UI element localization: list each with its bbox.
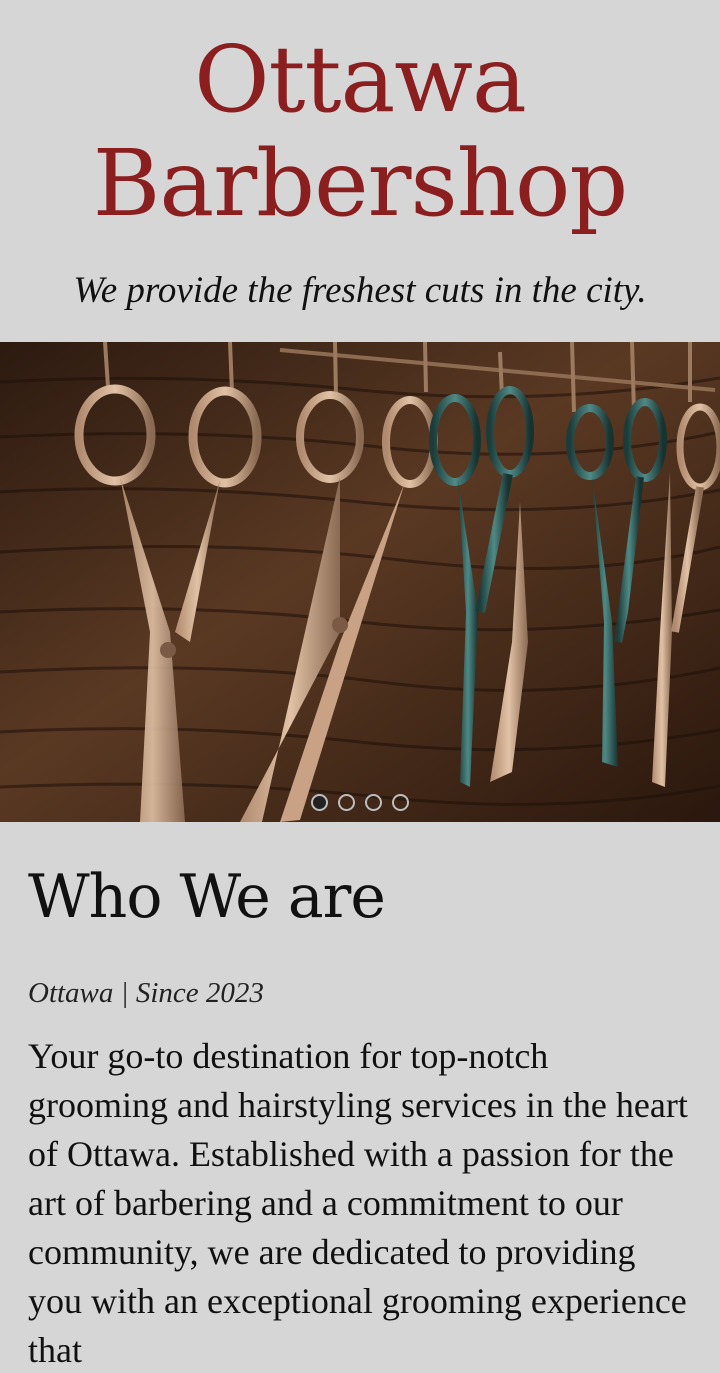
image-carousel[interactable]: [0, 342, 720, 822]
site-title-line-1: Ottawa: [194, 26, 527, 133]
carousel-dot-3[interactable]: [365, 794, 382, 811]
about-title: Who We are: [28, 862, 386, 932]
site-title: Ottawa Barbershop: [0, 28, 720, 236]
carousel-dot-1[interactable]: [311, 794, 328, 811]
carousel-indicators: [0, 794, 720, 816]
site-header: Ottawa Barbershop We provide the freshes…: [0, 0, 720, 342]
carousel-dot-2[interactable]: [338, 794, 355, 811]
carousel-dot-4[interactable]: [392, 794, 409, 811]
scissors-photo: [0, 342, 720, 822]
site-title-line-2: Barbershop: [92, 130, 628, 237]
about-subtitle: Ottawa | Since 2023: [28, 977, 264, 1009]
page: Ottawa Barbershop We provide the freshes…: [0, 0, 720, 1373]
tagline: We provide the freshest cuts in the city…: [73, 270, 647, 311]
about-section: Who We are Ottawa | Since 2023 Your go-t…: [28, 862, 692, 1373]
about-body: Your go-to destination for top-notch gro…: [28, 1036, 688, 1370]
